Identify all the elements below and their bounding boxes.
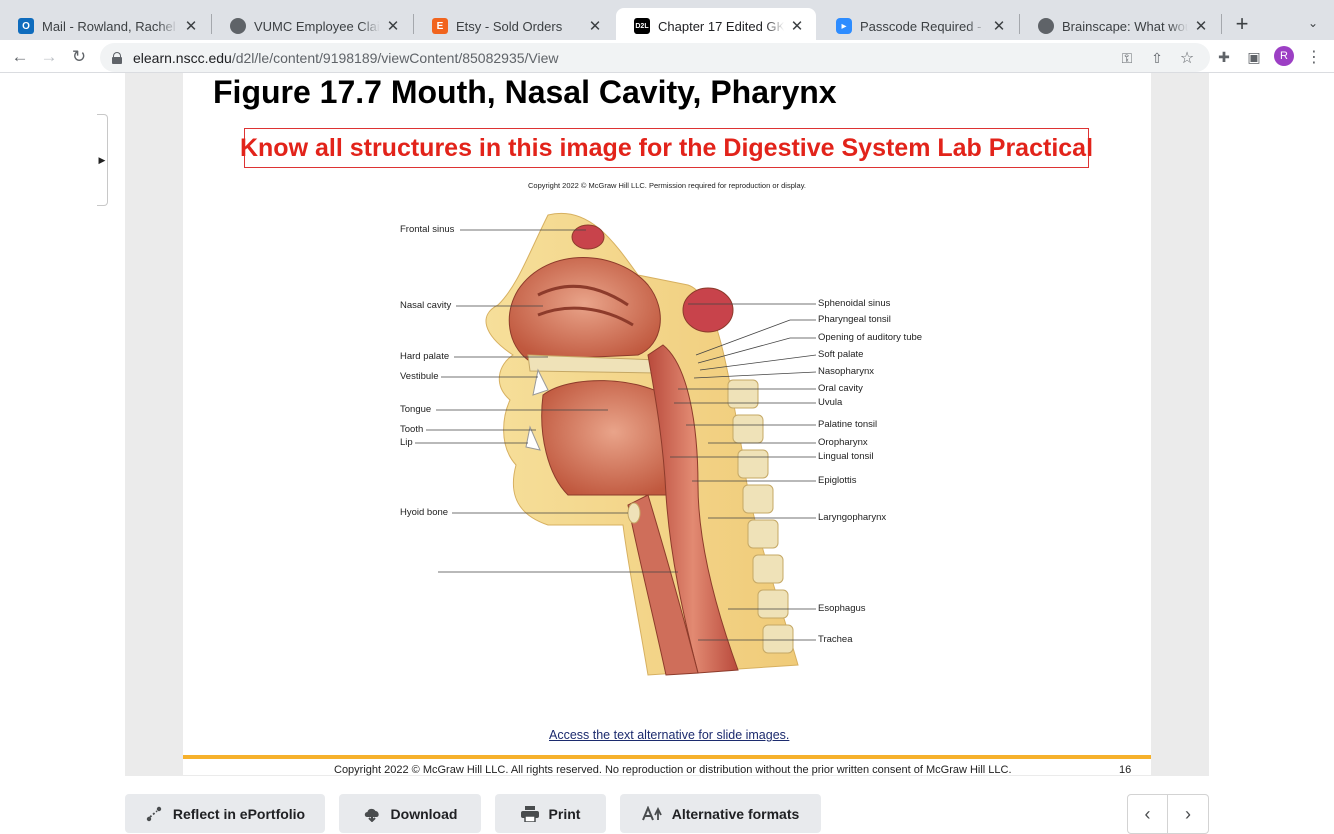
lock-icon — [112, 51, 122, 64]
label-trachea: Trachea — [818, 634, 853, 645]
tab-mail[interactable]: O Mail - Rowland, Rachel - Outlook ✕ — [0, 8, 210, 44]
callout-box: Know all structures in this image for th… — [240, 128, 1093, 168]
tab-label: Chapter 17 Edited GKing - D2L — [658, 18, 784, 34]
sidebar-toggle-arrow-icon[interactable]: ▶ — [97, 114, 108, 206]
back-arrow-icon[interactable]: ← — [8, 45, 32, 69]
label-sphenoidal-sinus: Sphenoidal sinus — [818, 298, 891, 309]
kebab-menu-icon[interactable]: ⋮ — [1302, 45, 1326, 69]
close-icon[interactable]: ✕ — [990, 17, 1008, 35]
label-palatine-tonsil: Palatine tonsil — [818, 419, 878, 430]
previous-page-chevron-left-icon[interactable]: ‹ — [1127, 794, 1168, 834]
globe-icon — [230, 18, 246, 34]
tab-zoom[interactable]: ▸ Passcode Required - Zoom ✕ — [818, 8, 1018, 44]
extensions-puzzle-icon[interactable]: ✚ — [1212, 45, 1236, 69]
label-epiglottis: Epiglottis — [818, 475, 857, 486]
callout-text: Know all structures in this image for th… — [239, 133, 1094, 162]
cloud-download-icon — [363, 806, 381, 822]
chevron-down-icon[interactable]: ⌄ — [1304, 14, 1322, 32]
tab-etsy[interactable]: E Etsy - Sold Orders ✕ — [414, 8, 614, 44]
key-icon[interactable]: ⚿ — [1118, 49, 1136, 67]
tab-label: Mail - Rowland, Rachel - Outlook — [42, 18, 178, 34]
label-laryngopharynx: Laryngopharynx — [818, 512, 887, 523]
label-hard-palate: Hard palate — [400, 351, 450, 362]
figure-copyright: Copyright 2022 © McGraw Hill LLC. Permis… — [527, 181, 806, 190]
next-page-chevron-right-icon[interactable]: › — [1168, 794, 1209, 834]
etsy-icon: E — [432, 18, 448, 34]
tab-divider — [1221, 14, 1222, 34]
label-soft-palate: Soft palate — [818, 349, 864, 360]
tab-d2l-active[interactable]: D2L Chapter 17 Edited GKing - D2L ✕ — [616, 8, 816, 44]
download-button[interactable]: Download — [339, 794, 481, 833]
url-host: elearn.nscc.edu — [133, 49, 232, 66]
label-oral-cavity: Oral cavity — [818, 383, 863, 394]
label-oropharynx: Oropharynx — [818, 437, 868, 448]
label-tongue: Tongue — [400, 404, 432, 415]
print-button[interactable]: Print — [495, 794, 606, 833]
url-path: /d2l/le/content/9198189/viewContent/8508… — [231, 49, 559, 66]
slide-footer-bar — [183, 755, 1151, 759]
label-uvula: Uvula — [818, 397, 843, 408]
tab-brainscape[interactable]: Brainscape: What would you like ✕ — [1020, 8, 1220, 44]
alternative-formats-label: Alternative formats — [671, 805, 800, 822]
label-vestibule: Vestibule — [400, 371, 439, 382]
close-icon[interactable]: ✕ — [586, 17, 604, 35]
reload-icon[interactable]: ↻ — [67, 45, 91, 69]
page-number: 16 — [1119, 764, 1132, 776]
d2l-icon: D2L — [634, 18, 650, 34]
printer-icon — [520, 805, 539, 822]
close-icon[interactable]: ✕ — [788, 17, 806, 35]
label-lip: Lip — [400, 437, 413, 448]
brainscape-icon — [1038, 18, 1054, 34]
tab-label: VUMC Employee Claim — [254, 18, 380, 34]
label-opening-of-auditory-tube: Opening of auditory tube — [818, 332, 923, 343]
label-frontal-sinus: Frontal sinus — [400, 224, 455, 235]
close-icon[interactable]: ✕ — [182, 17, 200, 35]
forward-arrow-icon[interactable]: → — [37, 45, 61, 69]
reflect-in-eportfolio-button[interactable]: Reflect in ePortfolio — [125, 794, 325, 833]
eportfolio-icon — [145, 805, 163, 823]
profile-avatar[interactable]: R — [1274, 46, 1294, 66]
anatomy-figure: Frontal sinus Nasal cavity Hard palate V… — [398, 195, 938, 695]
star-icon[interactable]: ☆ — [1178, 49, 1196, 67]
zoom-icon: ▸ — [836, 18, 852, 34]
label-pharyngeal-tonsil: Pharyngeal tonsil — [818, 314, 891, 325]
browser-tab-strip: O Mail - Rowland, Rachel - Outlook ✕ VUM… — [0, 0, 1334, 44]
tab-label: Brainscape: What would you like — [1062, 18, 1188, 34]
alternative-formats-icon — [641, 805, 662, 822]
address-bar[interactable]: elearn.nscc.edu/d2l/le/content/9198189/v… — [100, 43, 1210, 72]
outlook-icon: O — [18, 18, 34, 34]
alternative-formats-button[interactable]: Alternative formats — [620, 794, 821, 833]
footer-copyright: Copyright 2022 © McGraw Hill LLC. All ri… — [334, 764, 1012, 776]
tab-vumc[interactable]: VUMC Employee Claim ✕ — [212, 8, 412, 44]
reflect-label: Reflect in ePortfolio — [172, 805, 306, 822]
download-label: Download — [390, 805, 458, 822]
label-nasopharynx: Nasopharynx — [818, 366, 874, 377]
close-icon[interactable]: ✕ — [1192, 17, 1210, 35]
share-icon[interactable]: ⇧ — [1148, 49, 1166, 67]
side-panel-icon[interactable]: ▣ — [1242, 45, 1266, 69]
label-esophagus: Esophagus — [818, 603, 866, 614]
browser-toolbar: ← → ↻ elearn.nscc.edu/d2l/le/content/919… — [0, 40, 1334, 73]
print-label: Print — [548, 805, 581, 822]
label-tooth: Tooth — [400, 424, 424, 435]
url-text: elearn.nscc.edu/d2l/le/content/9198189/v… — [133, 50, 559, 66]
tab-label: Etsy - Sold Orders — [456, 18, 563, 34]
label-hyoid-bone: Hyoid bone — [400, 507, 449, 518]
close-icon[interactable]: ✕ — [384, 17, 402, 35]
new-tab-plus-icon[interactable]: + — [1230, 11, 1254, 36]
label-nasal-cavity: Nasal cavity — [400, 300, 452, 311]
tab-label: Passcode Required - Zoom — [860, 18, 986, 34]
label-lingual-tonsil: Lingual tonsil — [818, 451, 874, 462]
slide-title: Figure 17.7 Mouth, Nasal Cavity, Pharynx — [213, 74, 837, 110]
text-alternative-link[interactable]: Access the text alternative for slide im… — [549, 728, 789, 742]
